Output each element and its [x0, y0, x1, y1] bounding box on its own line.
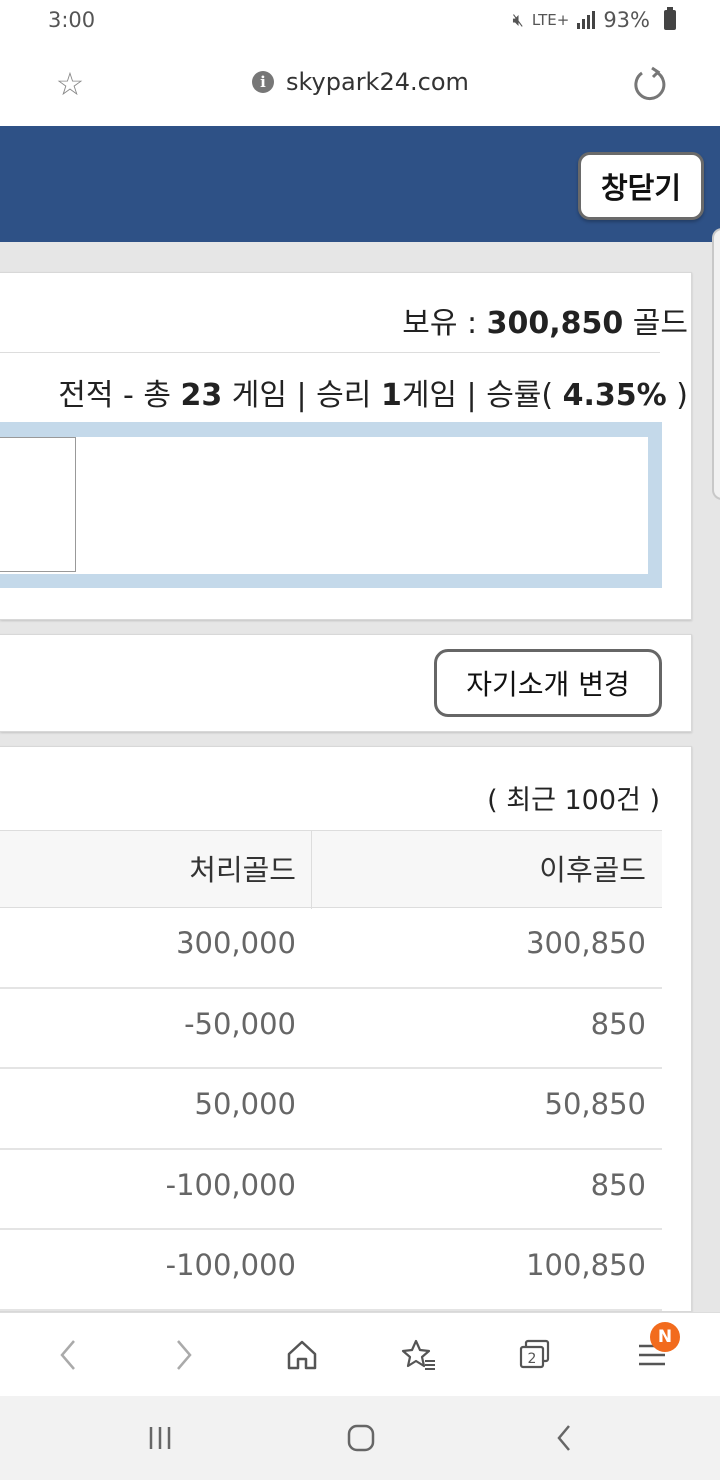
status-bar: 3:00 🔇︎ LTE+ 93% [0, 0, 720, 44]
game-record: 전적 - 총 23 게임 | 승리 1게임 | 승률( 4.35% ) [58, 378, 688, 413]
bookmark-star-icon[interactable]: ☆ [52, 66, 88, 102]
recent-apps-icon[interactable] [140, 1418, 180, 1458]
home-icon[interactable] [282, 1335, 322, 1375]
after-gold-cell: 850 [590, 1006, 646, 1041]
gold-balance: 보유 : 300,850 골드 [402, 306, 688, 341]
processed-gold-cell: 300,000 [176, 926, 296, 960]
back-icon[interactable] [48, 1335, 88, 1375]
processed-gold-cell: 50,000 [194, 1087, 296, 1121]
recent-count-label: ( 최근 100건 ) [487, 785, 660, 816]
system-navigation-bar [0, 1396, 720, 1480]
bookmarks-icon[interactable] [399, 1335, 439, 1375]
column-after-gold: 이후골드 [539, 853, 646, 887]
processed-gold-cell: -100,000 [165, 1248, 296, 1282]
column-processed-gold: 처리골드 [189, 853, 296, 887]
table-row: 50,000 50,850 [0, 1069, 662, 1150]
profile-photo-area [0, 437, 648, 574]
forward-icon[interactable] [164, 1335, 204, 1375]
status-time: 3:00 [48, 8, 96, 32]
info-icon[interactable]: i [252, 71, 274, 93]
profile-thumbnail[interactable] [0, 437, 76, 572]
total-games: 23 [180, 378, 223, 413]
change-intro-button[interactable]: 자기소개 변경 [434, 649, 662, 717]
after-gold-cell: 300,850 [526, 926, 646, 960]
back-nav-icon[interactable] [544, 1418, 584, 1458]
table-row: -100,000 100,850 [0, 1230, 662, 1311]
status-icons: 🔇︎ LTE+ 93% [512, 7, 676, 32]
table-row: 300,000 300,850 [0, 908, 662, 989]
tabs-icon[interactable]: 2 [515, 1335, 555, 1375]
battery-icon [664, 7, 676, 30]
divider [0, 352, 660, 353]
gold-history-table: 처리골드 이후골드 300,000 300,850 -50,000 850 50… [0, 830, 662, 1311]
scroll-handle[interactable] [712, 228, 720, 500]
battery-percent: 93% [603, 8, 650, 32]
wins: 1 [380, 378, 402, 413]
mute-icon: 🔇︎ [512, 9, 524, 31]
browser-toolbar: 2 [0, 1312, 720, 1396]
table-row: -100,000 850 [0, 1150, 662, 1230]
notification-badge: N [650, 1322, 680, 1352]
url-field[interactable]: i skypark24.com [252, 68, 469, 96]
tabs-count: 2 [528, 1351, 537, 1367]
network-type: LTE+ [531, 11, 570, 29]
gold-value: 300,850 [486, 306, 624, 341]
url-text: skypark24.com [286, 68, 469, 96]
processed-gold-cell: -100,000 [165, 1167, 296, 1202]
processed-gold-cell: -50,000 [184, 1006, 296, 1041]
after-gold-cell: 100,850 [526, 1248, 646, 1282]
close-window-button[interactable]: 창닫기 [578, 152, 704, 220]
table-row: -50,000 850 [0, 989, 662, 1069]
browser-url-bar: ☆ i skypark24.com [0, 44, 720, 126]
after-gold-cell: 850 [590, 1167, 646, 1202]
home-nav-icon[interactable] [341, 1418, 381, 1458]
win-rate: 4.35% [562, 378, 667, 413]
reload-icon[interactable] [632, 66, 668, 102]
after-gold-cell: 50,850 [544, 1087, 646, 1121]
signal-icon [577, 11, 596, 29]
table-header: 처리골드 이후골드 [0, 830, 662, 909]
